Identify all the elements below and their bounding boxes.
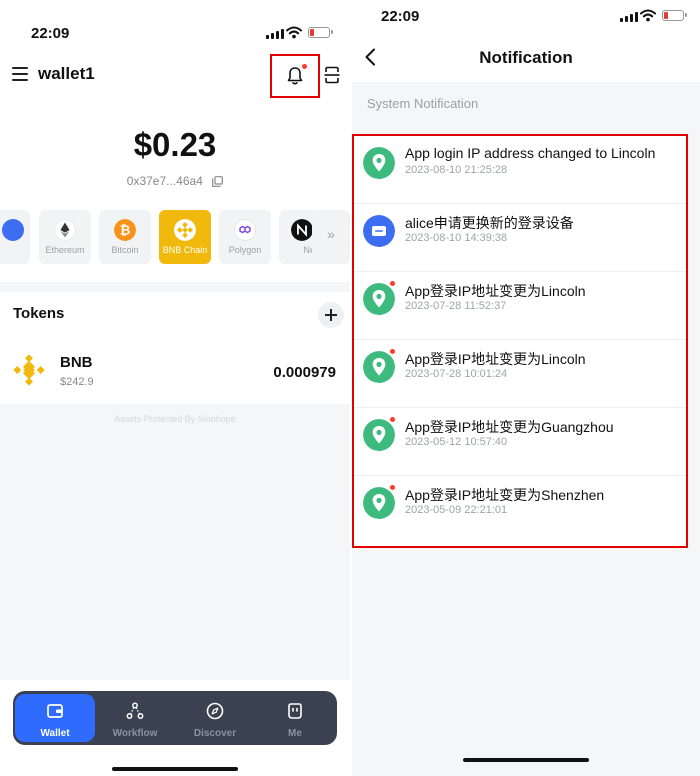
chain-item-bitcoin[interactable]: ₿ Bitcoin [99, 210, 151, 264]
tokens-title: Tokens [13, 305, 65, 322]
wallet-header: wallet1 [12, 54, 340, 98]
scan-icon[interactable] [324, 66, 340, 84]
wifi-icon [286, 26, 302, 39]
notification-title: App登录IP地址变更为Lincoln [405, 283, 586, 299]
chain-item-ethereum[interactable]: Ethereum [39, 210, 91, 264]
profile-icon [288, 703, 302, 719]
unread-dot [302, 64, 307, 69]
unread-dot [390, 349, 395, 354]
chain-item-partial[interactable] [0, 210, 30, 264]
hamburger-menu-icon[interactable] [12, 67, 28, 81]
status-time: 22:09 [31, 25, 70, 42]
tab-label: Wallet [40, 728, 70, 739]
tab-label: Discover [193, 728, 237, 739]
notification-item[interactable]: App登录IP地址变更为Guangzhou 2023-05-12 10:57:4… [354, 408, 686, 476]
notification-item[interactable]: alice申请更换新的登录设备 2023-08-10 14:39:38 [354, 204, 686, 272]
unread-dot [390, 485, 395, 490]
cellular-signal-icon [620, 12, 638, 22]
location-pin-icon [363, 487, 395, 519]
wallet-address: 0x37e7...46a4 [126, 174, 203, 188]
wallet-name[interactable]: wallet1 [38, 64, 95, 84]
device-icon [363, 215, 395, 247]
notification-bell-button[interactable] [270, 54, 320, 98]
wifi-icon [640, 9, 656, 22]
polygon-icon [234, 219, 256, 241]
notification-title: App登录IP地址变更为Shenzhen [405, 487, 605, 503]
notification-item[interactable]: App登录IP地址变更为Lincoln 2023-07-28 11:52:37 [354, 272, 686, 340]
unread-dot [390, 281, 395, 286]
token-row[interactable]: BNB $242.9 0.000979 [0, 348, 350, 398]
notification-time: 2023-08-10 14:39:38 [405, 232, 508, 244]
battery-icon [308, 27, 333, 38]
notification-time: 2023-05-12 10:57:40 [405, 436, 508, 448]
partial-chain-icon [2, 219, 24, 241]
chain-label: Ethereum [45, 245, 85, 255]
notification-list: App login IP address changed to Lincoln … [352, 134, 688, 548]
tab-discover[interactable]: Discover [175, 694, 255, 742]
bitcoin-icon: ₿ [114, 219, 136, 241]
chain-item-polygon[interactable]: Polygon [219, 210, 271, 264]
add-token-button[interactable] [318, 302, 344, 328]
status-time: 22:09 [381, 8, 420, 25]
near-icon [291, 219, 313, 241]
chain-label: BNB Chain [162, 245, 208, 255]
chain-label: Polygon [228, 245, 262, 255]
compass-icon [206, 702, 224, 720]
copy-icon[interactable] [212, 176, 224, 187]
tab-wallet[interactable]: Wallet [15, 694, 95, 742]
notification-title: alice申请更换新的登录设备 [405, 215, 574, 231]
token-amount: 0.000979 [273, 364, 336, 381]
tab-me[interactable]: Me [255, 694, 335, 742]
notification-screen: 22:09 Notification System Notification A… [352, 0, 700, 776]
tab-label: Workflow [112, 728, 158, 739]
chevron-double-right-icon: » [327, 226, 335, 242]
bnb-token-icon [13, 354, 45, 386]
bottom-tab-bar: Wallet Workflow Discover Me [13, 691, 337, 745]
token-symbol: BNB [60, 354, 93, 371]
unread-dot [390, 417, 395, 422]
notification-time: 2023-07-28 10:01:24 [405, 368, 508, 380]
chain-label: Bitcoin [111, 245, 139, 255]
status-bar: 22:09 [352, 4, 700, 28]
notification-time: 2023-08-10 21:25:28 [405, 164, 508, 176]
svg-text:₿: ₿ [120, 224, 131, 239]
bnb-icon [174, 219, 196, 241]
notification-time: 2023-05-09 22:21:01 [405, 504, 508, 516]
empty-area [0, 404, 350, 680]
tab-workflow[interactable]: Workflow [95, 694, 175, 742]
notification-time: 2023-07-28 11:52:37 [405, 300, 507, 312]
ethereum-icon [54, 219, 76, 241]
location-pin-icon [363, 351, 395, 383]
location-pin-icon [363, 283, 395, 315]
notification-item[interactable]: App login IP address changed to Lincoln … [354, 136, 686, 204]
battery-icon [662, 10, 687, 21]
wallet-screen: 22:09 wallet1 $0.23 0x37e7...46a4 Ethere… [0, 0, 350, 776]
notification-title: App登录IP地址变更为Lincoln [405, 351, 586, 367]
section-divider [0, 282, 350, 292]
protected-text: Assets Protected By Sinohope [114, 414, 236, 424]
notification-title: App login IP address changed to Lincoln [405, 145, 656, 161]
wallet-address-row[interactable]: 0x37e7...46a4 [0, 174, 350, 188]
token-price: $242.9 [60, 376, 94, 388]
notification-item[interactable]: App登录IP地址变更为Shenzhen 2023-05-09 22:21:01 [354, 476, 686, 544]
total-balance: $0.23 [133, 126, 217, 163]
notification-title: App登录IP地址变更为Guangzhou [405, 419, 614, 435]
home-indicator [463, 758, 589, 762]
location-pin-icon [363, 147, 395, 179]
chain-selector: Ethereum ₿ Bitcoin BNB Chain Polygon Ne … [0, 210, 350, 264]
wallet-icon [47, 704, 63, 718]
tab-label: Me [288, 728, 302, 739]
workflow-icon [126, 702, 144, 719]
notification-item[interactable]: App登录IP地址变更为Lincoln 2023-07-28 10:01:24 [354, 340, 686, 408]
section-title: System Notification [367, 96, 479, 111]
chain-item-bnb[interactable]: BNB Chain [159, 210, 211, 264]
home-indicator [112, 767, 238, 771]
bell-icon[interactable] [287, 66, 303, 86]
cellular-signal-icon [266, 29, 284, 39]
status-bar: 22:09 [0, 22, 350, 46]
chain-more-button[interactable]: » [312, 210, 350, 264]
page-title: Notification [479, 48, 573, 67]
navigation-bar: Notification [352, 32, 700, 82]
location-pin-icon [363, 419, 395, 451]
